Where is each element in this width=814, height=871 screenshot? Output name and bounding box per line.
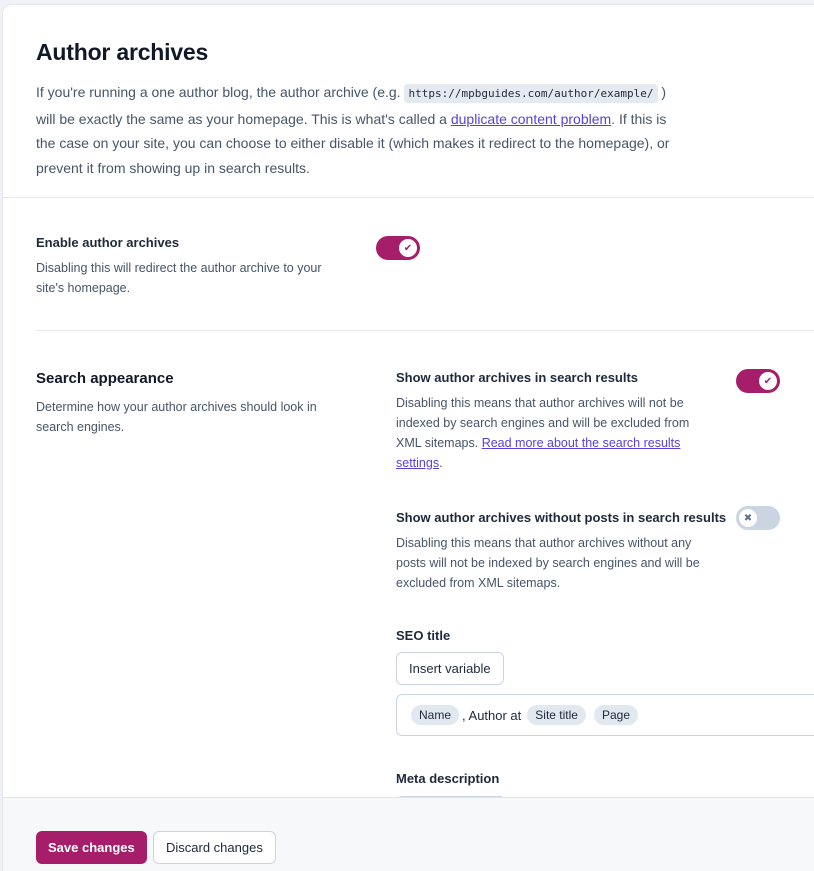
literal-text: , Author at xyxy=(462,707,522,723)
discard-changes-button[interactable]: Discard changes xyxy=(153,831,276,864)
check-icon: ✔ xyxy=(399,239,417,257)
variable-page[interactable]: Page xyxy=(593,705,638,725)
check-icon: ✔ xyxy=(759,372,777,390)
show-in-results-toggle[interactable]: ✔ xyxy=(736,369,780,393)
show-in-results-description: Disabling this means that author archive… xyxy=(396,393,716,473)
show-without-posts-toggle[interactable]: ✖ xyxy=(736,506,780,530)
show-without-posts-field: Show author archives without posts in se… xyxy=(396,506,780,593)
search-appearance-fields: Show author archives in search results D… xyxy=(396,369,814,829)
duplicate-content-link[interactable]: duplicate content problem xyxy=(451,111,611,127)
save-changes-button[interactable]: Save changes xyxy=(36,831,147,864)
x-icon: ✖ xyxy=(739,509,757,527)
page-title: Author archives xyxy=(36,39,209,65)
variable-site-title[interactable]: Site title xyxy=(527,705,586,725)
intro-part-1: If you're running a one author blog, the… xyxy=(36,84,405,100)
insert-variable-button[interactable]: Insert variable xyxy=(396,652,504,685)
enable-archives-label: Enable author archives xyxy=(36,235,180,250)
meta-description-label: Meta description xyxy=(396,771,500,786)
seo-title-editor[interactable]: Name , Author at Site title Page xyxy=(396,694,814,736)
search-appearance-section: Search appearance Determine how your aut… xyxy=(36,369,814,829)
seo-title-label: SEO title xyxy=(396,628,451,643)
example-url: https://mpbguides.com/author/example/ xyxy=(404,84,658,103)
show-without-posts-description: Disabling this means that author archive… xyxy=(396,536,700,590)
footer-bar: Save changes Discard changes xyxy=(3,797,814,871)
show-without-posts-label: Show author archives without posts in se… xyxy=(396,510,727,525)
period: . xyxy=(439,456,443,470)
page-header: Author archives If you're running a one … xyxy=(3,5,814,198)
enable-archives-description: Disabling this will redirect the author … xyxy=(36,261,322,295)
show-in-results-field: Show author archives in search results D… xyxy=(396,369,814,473)
variable-name[interactable]: Name xyxy=(411,705,460,725)
enable-archives-section: Enable author archives Disabling this wi… xyxy=(36,235,814,331)
enable-archives-toggle[interactable]: ✔ xyxy=(376,236,420,260)
intro-text: If you're running a one author blog, the… xyxy=(36,80,676,180)
settings-card: Author archives If you're running a one … xyxy=(3,5,814,871)
search-appearance-description: Determine how your author archives shoul… xyxy=(36,400,317,434)
